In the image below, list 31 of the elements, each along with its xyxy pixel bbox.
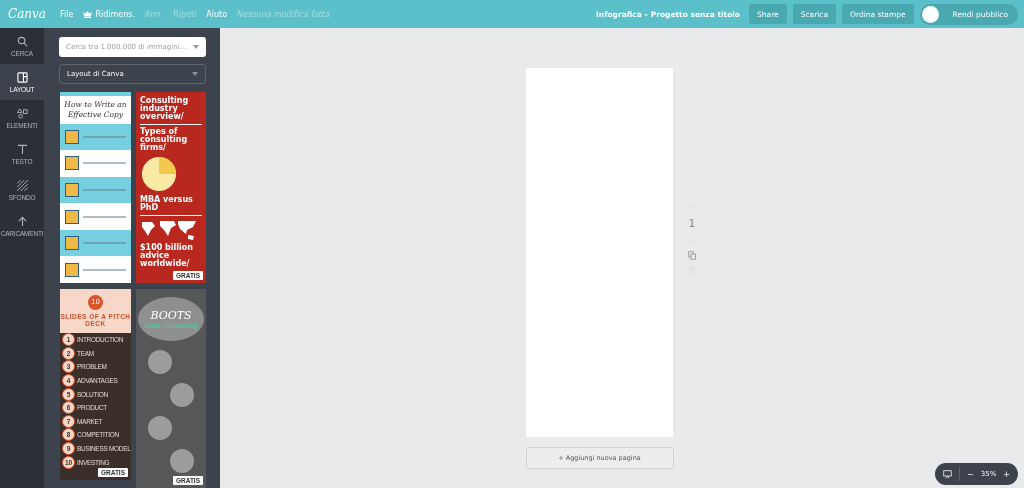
photo-placeholder (170, 449, 194, 473)
caret-icon (193, 45, 199, 49)
caret-icon (192, 72, 198, 76)
zoom-in-button[interactable]: + (1003, 469, 1010, 479)
illustration-icon (65, 236, 79, 251)
template-heading: MBA versus PhD (140, 196, 194, 212)
photo-placeholder (148, 350, 172, 374)
template-heading: $100 billion advice worldwide/ (140, 244, 194, 268)
hatch-icon (16, 179, 28, 191)
template-title: BOOTS (150, 309, 192, 322)
template-heading: Types of consulting firms/ (140, 128, 189, 152)
layout-icon (16, 71, 28, 83)
text-icon (16, 143, 28, 155)
illustration-icon (65, 209, 79, 224)
save-status: Nessuna modifica fatta (237, 9, 330, 19)
illustration-icon (65, 129, 79, 144)
search-icon (16, 35, 28, 47)
illustration-icon (65, 156, 79, 171)
zoom-out-button[interactable]: − (967, 469, 974, 479)
illustration-icon (65, 182, 79, 197)
page-number: 1 (688, 217, 696, 230)
shapes-icon (16, 107, 28, 119)
photo-placeholder (170, 383, 194, 407)
photo-placeholder (148, 416, 172, 440)
pie-chart-drawing (140, 155, 178, 193)
illustration-icon (65, 262, 79, 277)
template-heading: Consulting industry overview/ (140, 97, 190, 121)
copy-icon (687, 251, 697, 260)
crown-icon (83, 10, 93, 18)
presentation-icon (943, 469, 953, 479)
upload-icon (16, 215, 28, 227)
